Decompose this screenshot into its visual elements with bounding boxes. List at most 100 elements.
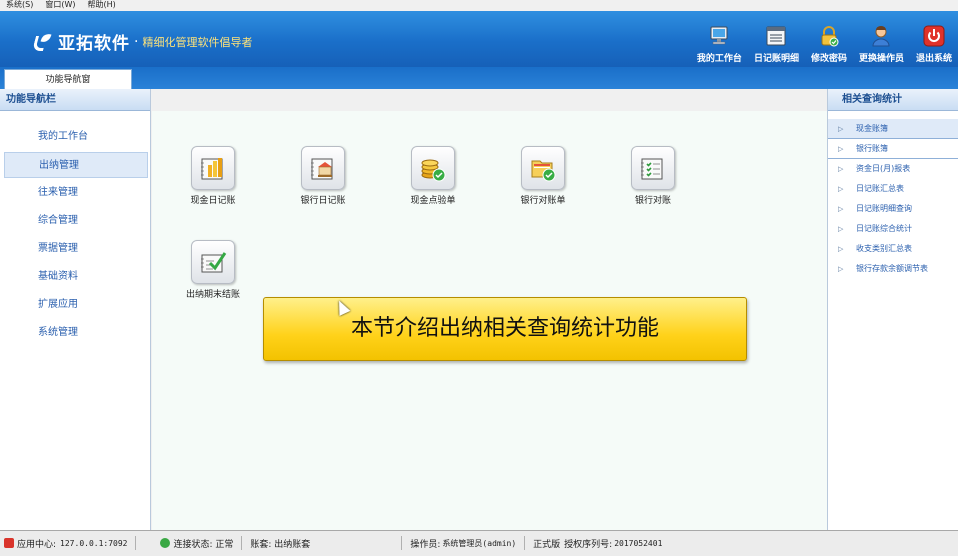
switch-operator-label: 更换操作员 [858, 54, 904, 64]
status-account-set: 账套: 出纳账套 [242, 536, 403, 550]
nav-item-base-data[interactable]: 基础资料 [4, 264, 148, 290]
arrow-right-icon: ▷ [838, 265, 844, 273]
cash-journal-label: 现金日记账 [190, 196, 236, 206]
cash-check-label: 现金点验单 [410, 196, 456, 206]
bank-journal-tile[interactable]: 银行日记账 [268, 146, 378, 206]
query-item-label: 资金日(月)报表 [856, 164, 911, 173]
query-item-fund-report[interactable]: ▷ 资金日(月)报表 [828, 159, 958, 179]
tab-strip: 功能导航窗 [0, 67, 958, 89]
operator-label: 操作员: [410, 539, 441, 550]
app-header: 亚拓软件 · 精细化管理软件倡导者 我的工作台 日记账明细 修改密码 更换操作员… [0, 11, 958, 67]
query-item-label: 收支类别汇总表 [856, 244, 912, 253]
change-password-button[interactable]: 修改密码 [811, 25, 847, 64]
reconcile-icon [631, 146, 675, 190]
status-bar: 应用中心: 127.0.0.1:7092 连接状态: 正常 账套: 出纳账套 操… [0, 530, 958, 556]
cash-journal-tile[interactable]: 现金日记账 [158, 146, 268, 206]
nav-item-accounts-management[interactable]: 往来管理 [4, 180, 148, 206]
app-logo: 亚拓软件 · 精细化管理软件倡导者 [32, 29, 253, 55]
status-license: 正式版 授权序列号: 2017052401 [525, 536, 670, 550]
bank-journal-icon [301, 146, 345, 190]
status-app-center: 应用中心: 127.0.0.1:7092 [0, 536, 137, 550]
bank-reconcile-label: 银行对账 [634, 196, 671, 206]
ledger-icon [765, 25, 787, 47]
change-password-label: 修改密码 [810, 54, 847, 64]
menu-help[interactable]: 帮助(H) [87, 0, 115, 11]
check-circle-icon [160, 538, 171, 548]
nav-item-cashier-management[interactable]: 出纳管理 [4, 152, 148, 178]
app-center-label: 应用中心: [17, 539, 57, 550]
license-value: 2017052401 [614, 538, 663, 548]
bank-statement-tile[interactable]: 银行对账单 [488, 146, 598, 206]
power-icon [923, 25, 945, 47]
journal-detail-button[interactable]: 日记账明细 [754, 25, 799, 64]
query-item-category-summary[interactable]: ▷ 收支类别汇总表 [828, 239, 958, 259]
status-operator: 操作员: 系统管理员(admin) [402, 536, 526, 550]
arrow-right-icon: ▷ [838, 185, 844, 193]
nav-item-system-management[interactable]: 系统管理 [4, 320, 148, 346]
nav-item-bill-management[interactable]: 票据管理 [4, 236, 148, 262]
switch-operator-button[interactable]: 更换操作员 [859, 25, 904, 64]
status-connection: 连接状态: 正常 [152, 536, 243, 550]
menu-window[interactable]: 窗口(W) [45, 0, 75, 11]
related-query-pane: 相关查询统计 ▷ 现金账簿 ▷ 银行账簿 ▷ 资金日(月)报表 ▷ 日记账汇总表 ▷ 日记… [827, 89, 958, 530]
user-icon [870, 25, 892, 47]
nav-item-extensions[interactable]: 扩展应用 [4, 292, 148, 318]
query-item-label: 日记账汇总表 [856, 184, 904, 193]
arrow-right-icon: ▷ [838, 165, 844, 173]
query-item-label: 银行账簿 [856, 144, 888, 153]
coin-check-icon [411, 146, 455, 190]
connection-text: 连接状态: 正常 [173, 539, 234, 550]
query-item-label: 银行存款余额调节表 [856, 264, 928, 273]
arrow-right-icon: ▷ [838, 205, 844, 213]
menu-bar: 系统(S) 窗口(W) 帮助(H) [0, 0, 958, 11]
query-item-journal-summary[interactable]: ▷ 日记账汇总表 [828, 179, 958, 199]
query-item-journal-stats[interactable]: ▷ 日记账综合统计 [828, 219, 958, 239]
brand-separator: · [134, 33, 139, 50]
query-item-label: 现金账簿 [856, 124, 888, 133]
logo-mark-icon [32, 32, 52, 52]
exit-system-button[interactable]: 退出系统 [916, 25, 952, 64]
app-center-value: 127.0.0.1:7092 [60, 538, 128, 548]
cash-check-tile[interactable]: 现金点验单 [378, 146, 488, 206]
journal-detail-label: 日记账明细 [753, 54, 799, 64]
account-set-text: 账套: 出纳账套 [250, 539, 311, 550]
nav-item-general-management[interactable]: 综合管理 [4, 208, 148, 234]
related-query-title: 相关查询统计 [828, 89, 958, 111]
query-item-bank-reconciliation[interactable]: ▷ 银行存款余额调节表 [828, 259, 958, 279]
license-label: 授权序列号: [564, 539, 613, 550]
query-item-cash-book[interactable]: ▷ 现金账簿 [828, 119, 958, 139]
period-close-tile[interactable]: 出纳期末结账 [158, 240, 268, 300]
left-nav-list: 我的工作台 出纳管理 往来管理 综合管理 票据管理 基础资料 扩展应用 系统管理 [0, 111, 150, 346]
nav-item-my-workbench[interactable]: 我的工作台 [4, 124, 148, 150]
monitor-icon [708, 25, 730, 47]
arrow-right-icon: ▷ [838, 125, 844, 133]
related-query-list: ▷ 现金账簿 ▷ 银行账簿 ▷ 资金日(月)报表 ▷ 日记账汇总表 ▷ 日记账明细查询 ▷… [828, 111, 958, 279]
exit-system-label: 退出系统 [915, 54, 952, 64]
bank-reconcile-tile[interactable]: 银行对账 [598, 146, 708, 206]
bank-statement-label: 银行对账单 [520, 196, 566, 206]
bank-journal-label: 银行日记账 [300, 196, 346, 206]
arrow-right-icon: ▷ [838, 145, 844, 153]
arrow-right-icon: ▷ [838, 245, 844, 253]
my-workbench-label: 我的工作台 [696, 54, 742, 64]
query-item-label: 日记账明细查询 [856, 204, 912, 213]
brand-name: 亚拓软件 [58, 34, 130, 54]
operator-value: 系统管理员(admin) [442, 538, 517, 548]
my-workbench-button[interactable]: 我的工作台 [697, 25, 742, 64]
tab-function-navigation[interactable]: 功能导航窗 [4, 69, 132, 89]
menu-system[interactable]: 系统(S) [6, 0, 33, 11]
bank-statement-icon [521, 146, 565, 190]
left-nav-title: 功能导航栏 [0, 89, 150, 111]
query-item-journal-detail[interactable]: ▷ 日记账明细查询 [828, 199, 958, 219]
period-close-icon [191, 240, 235, 284]
brand-slogan: 精细化管理软件倡导者 [142, 35, 253, 49]
header-toolbar: 我的工作台 日记账明细 修改密码 更换操作员 退出系统 [685, 25, 952, 64]
app-center-icon [4, 538, 14, 548]
query-item-bank-book[interactable]: ▷ 银行账簿 [828, 139, 958, 159]
left-nav-pane: 功能导航栏 我的工作台 出纳管理 往来管理 综合管理 票据管理 基础资料 扩展应… [0, 89, 151, 530]
cash-journal-icon [191, 146, 235, 190]
period-close-label: 出纳期末结账 [185, 290, 240, 300]
query-item-label: 日记账综合统计 [856, 224, 912, 233]
arrow-right-icon: ▷ [838, 225, 844, 233]
lock-icon [818, 25, 840, 47]
